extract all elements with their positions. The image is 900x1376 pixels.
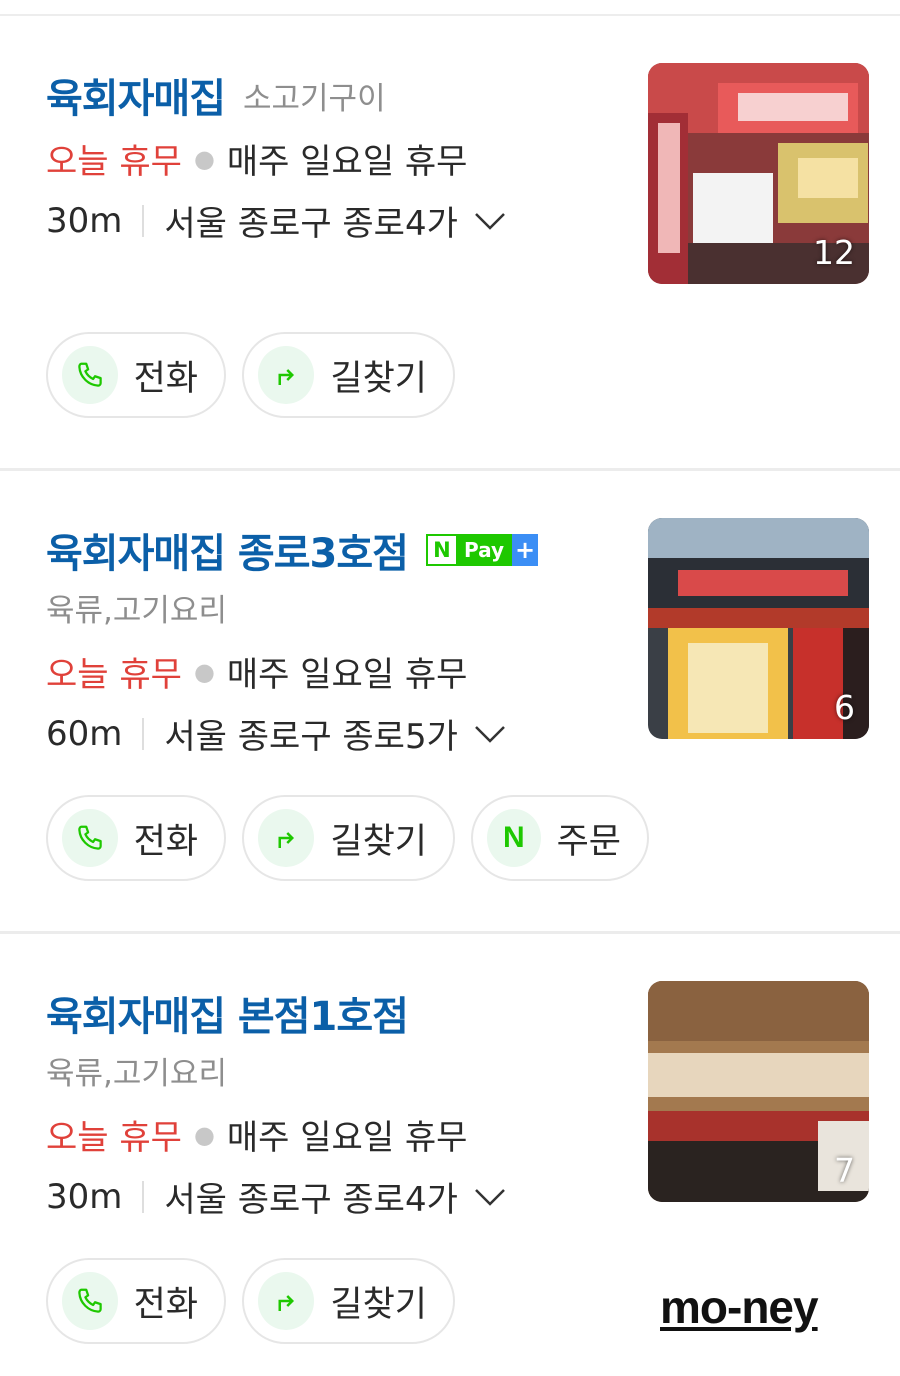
action-buttons: 전화 길찾기: [46, 1258, 455, 1344]
chevron-down-icon[interactable]: [474, 724, 506, 744]
naver-n-icon: N: [425, 534, 456, 566]
call-button[interactable]: 전화: [46, 1258, 226, 1344]
address: 서울 종로구 종로4가: [164, 1180, 458, 1220]
action-buttons: 전화 길찾기 N 주문: [46, 795, 649, 881]
phone-icon: [62, 346, 118, 404]
place-card-2[interactable]: 육회자매집 종로3호점 N Pay + 육류,고기요리 오늘 휴무 ● 매주 일…: [0, 471, 900, 933]
place-category: 육류,고기요리: [46, 593, 227, 629]
call-label: 전화: [133, 1284, 198, 1325]
address-row[interactable]: 30m 서울 종로구 종로4가: [46, 1172, 506, 1221]
place-photo[interactable]: 12: [648, 63, 869, 284]
naver-n-icon: N: [487, 809, 541, 867]
business-hours: 매주 일요일 휴무: [226, 142, 468, 182]
place-name[interactable]: 육회자매집 본점1호점: [46, 984, 409, 1042]
photo-count: 6: [834, 688, 855, 727]
photo-count: 7: [834, 1151, 855, 1190]
business-hours: 매주 일요일 휴무: [226, 1118, 468, 1158]
place-card-1[interactable]: 육회자매집 소고기구이 오늘 휴무 ● 매주 일요일 휴무 30m 서울 종로구…: [0, 0, 900, 470]
distance: 30m: [46, 1176, 123, 1217]
order-button[interactable]: N 주문: [471, 795, 649, 881]
turn-arrow-icon: [258, 1272, 315, 1330]
pay-label: Pay: [455, 534, 513, 566]
phone-icon: [62, 809, 118, 867]
separator: [142, 1180, 145, 1213]
photo-count: 12: [813, 233, 855, 272]
separator-dot: ●: [193, 1120, 215, 1149]
business-status: 오늘 휴무 ● 매주 일요일 휴무: [46, 134, 467, 183]
directions-button[interactable]: 길찾기: [242, 795, 455, 881]
distance: 30m: [46, 200, 123, 241]
action-buttons: 전화 길찾기: [46, 332, 455, 418]
place-name[interactable]: 육회자매집 종로3호점: [46, 521, 409, 579]
turn-arrow-icon: [258, 346, 315, 404]
address: 서울 종로구 종로5가: [164, 717, 458, 757]
turn-arrow-icon: [258, 809, 315, 867]
call-button[interactable]: 전화: [46, 795, 226, 881]
place-category: 육류,고기요리: [46, 1056, 227, 1092]
directions-button[interactable]: 길찾기: [242, 1258, 455, 1344]
order-label: 주문: [556, 821, 621, 862]
address: 서울 종로구 종로4가: [164, 204, 458, 244]
naver-pay-badge: N Pay +: [425, 534, 539, 566]
distance: 60m: [46, 713, 123, 754]
chevron-down-icon[interactable]: [474, 1187, 506, 1207]
business-status: 오늘 휴무 ● 매주 일요일 휴무: [46, 647, 467, 696]
business-status: 오늘 휴무 ● 매주 일요일 휴무: [46, 1110, 467, 1159]
directions-label: 길찾기: [330, 821, 427, 862]
call-button[interactable]: 전화: [46, 332, 226, 418]
address-row[interactable]: 30m 서울 종로구 종로4가: [46, 196, 506, 245]
place-photo[interactable]: 6: [648, 518, 869, 739]
call-label: 전화: [133, 358, 198, 399]
closed-status: 오늘 휴무: [46, 655, 182, 695]
directions-label: 길찾기: [330, 358, 427, 399]
plus-icon: +: [512, 534, 539, 566]
chevron-down-icon[interactable]: [474, 211, 506, 231]
business-hours: 매주 일요일 휴무: [226, 655, 468, 695]
watermark-logo: mo-ney: [660, 1281, 819, 1333]
place-photo[interactable]: 7: [648, 981, 869, 1202]
address-row[interactable]: 60m 서울 종로구 종로5가: [46, 709, 506, 758]
separator-dot: ●: [193, 657, 215, 686]
directions-button[interactable]: 길찾기: [242, 332, 455, 418]
separator-dot: ●: [193, 144, 215, 173]
place-name[interactable]: 육회자매집: [46, 66, 226, 124]
separator: [142, 204, 145, 237]
closed-status: 오늘 휴무: [46, 142, 182, 182]
directions-label: 길찾기: [330, 1284, 427, 1325]
phone-icon: [62, 1272, 118, 1330]
closed-status: 오늘 휴무: [46, 1118, 182, 1158]
place-category: 소고기구이: [243, 80, 386, 117]
separator: [142, 717, 145, 750]
call-label: 전화: [133, 821, 198, 862]
